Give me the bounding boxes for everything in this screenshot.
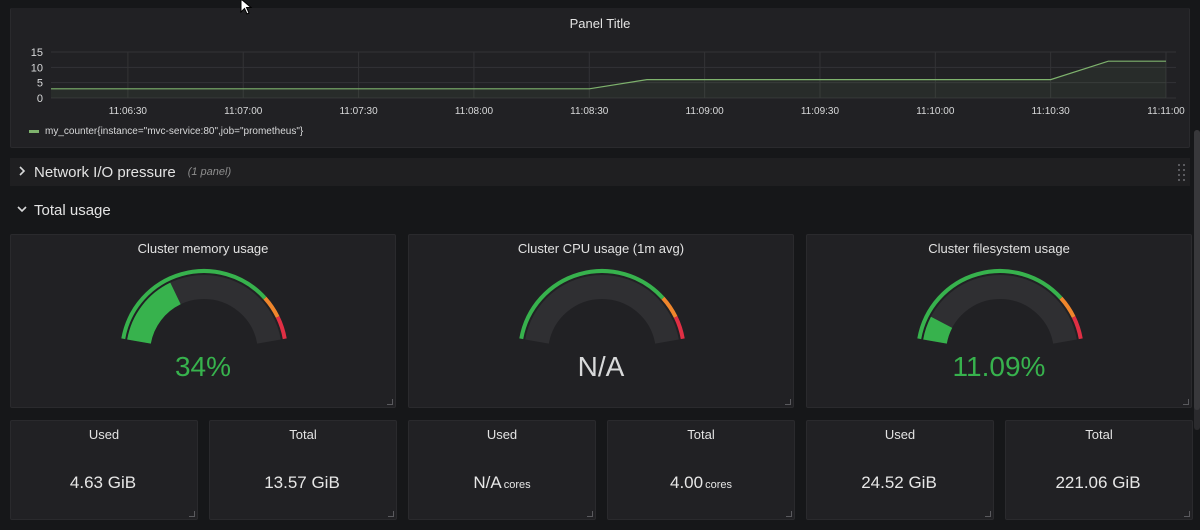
stat-label[interactable]: Used — [11, 427, 197, 442]
stat-panel-cpu-used[interactable]: Used N/A cores — [408, 420, 596, 520]
stat-panel-fs-used[interactable]: Used 24.52 GiB — [806, 420, 994, 520]
resize-handle-icon[interactable] — [786, 511, 792, 517]
stat-value: 4.00 cores — [608, 473, 794, 493]
stat-panel-memory-used[interactable]: Used 4.63 GiB — [10, 420, 198, 520]
gauge-panel-memory[interactable]: Cluster memory usage 34% — [10, 234, 396, 408]
resize-handle-icon[interactable] — [189, 511, 195, 517]
gauge-track — [923, 275, 1077, 345]
stat-number: 4.00 — [670, 473, 704, 492]
y-tick-label: 5 — [37, 78, 43, 90]
stat-unit: cores — [503, 479, 531, 491]
x-tick-label: 11:11:00 — [1147, 106, 1185, 117]
stat-panel-cpu-total[interactable]: Total 4.00 cores — [607, 420, 795, 520]
chevron-down-icon[interactable] — [12, 203, 32, 217]
resize-handle-icon[interactable] — [785, 399, 791, 405]
x-tick-label: 11:08:30 — [570, 106, 609, 117]
x-tick-label: 11:07:00 — [224, 106, 263, 117]
mouse-cursor-icon — [240, 0, 253, 15]
stat-value: N/A cores — [409, 473, 595, 493]
legend-swatch — [29, 130, 39, 133]
stat-label[interactable]: Total — [608, 427, 794, 442]
gauge-fill — [923, 316, 953, 345]
gauge-value: 34% — [174, 351, 232, 382]
graph-panel[interactable]: Panel Title 15 10 5 0 11:06:30 11:07:00 11:07:… — [10, 8, 1190, 148]
chevron-right-icon[interactable] — [12, 165, 32, 179]
resize-handle-icon[interactable] — [387, 399, 393, 405]
row-network-io[interactable]: Network I/O pressure (1 panel) — [10, 158, 1190, 186]
gauge-panel-filesystem[interactable]: Cluster filesystem usage 11.09% — [806, 234, 1192, 408]
x-tick-label: 11:09:30 — [801, 106, 840, 117]
legend-label[interactable]: my_counter{instance="mvc-service:80",job… — [45, 126, 303, 137]
gauge-panel-cpu[interactable]: Cluster CPU usage (1m avg) N/A — [408, 234, 794, 408]
stat-value: 13.57 GiB — [210, 473, 396, 493]
legend-item[interactable]: my_counter{instance="mvc-service:80",job… — [29, 126, 303, 137]
row-title[interactable]: Total usage — [34, 202, 111, 219]
stat-number: 13.57 GiB — [264, 473, 340, 492]
resize-handle-icon[interactable] — [388, 511, 394, 517]
gauge-value: N/A — [577, 351, 625, 382]
stat-number: 24.52 GiB — [861, 473, 937, 492]
resize-handle-icon[interactable] — [1183, 399, 1189, 405]
x-tick-label: 11:08:00 — [455, 106, 494, 117]
stat-number: N/A — [473, 473, 502, 492]
stat-label[interactable]: Used — [409, 427, 595, 442]
stat-value: 24.52 GiB — [807, 473, 993, 493]
stat-value: 221.06 GiB — [1006, 473, 1192, 493]
stat-number: 4.63 GiB — [69, 473, 137, 492]
resize-handle-icon[interactable] — [1184, 511, 1190, 517]
y-tick-label: 15 — [31, 47, 43, 59]
drag-handle-icon[interactable] — [1178, 164, 1186, 181]
scrollbar-thumb[interactable] — [1194, 130, 1200, 410]
resize-handle-icon[interactable] — [985, 511, 991, 517]
x-tick-label: 11:09:00 — [686, 106, 725, 117]
resize-handle-icon[interactable] — [587, 511, 593, 517]
y-tick-label: 0 — [37, 93, 43, 105]
x-tick-label: 11:10:00 — [916, 106, 955, 117]
row-panel-count: (1 panel) — [187, 166, 232, 178]
y-tick-label: 10 — [31, 62, 43, 74]
stat-number: 221.06 GiB — [1055, 473, 1141, 492]
stat-value: 4.63 GiB — [11, 473, 197, 493]
row-title[interactable]: Network I/O pressure — [34, 164, 176, 181]
row-total-usage[interactable]: Total usage — [10, 197, 1190, 223]
stat-panel-fs-total[interactable]: Total 221.06 GiB — [1005, 420, 1193, 520]
stat-unit: cores — [705, 479, 732, 491]
gauge-fill — [127, 282, 182, 345]
x-tick-label: 11:07:30 — [339, 106, 378, 117]
stat-label[interactable]: Used — [807, 427, 993, 442]
gauge-value: 11.09% — [952, 351, 1046, 382]
scrollbar[interactable] — [1194, 130, 1200, 430]
x-tick-label: 11:06:30 — [109, 106, 148, 117]
stat-panel-memory-total[interactable]: Total 13.57 GiB — [209, 420, 397, 520]
x-tick-label: 11:10:30 — [1032, 106, 1071, 117]
stat-label[interactable]: Total — [1006, 427, 1192, 442]
gauge-track — [525, 275, 679, 345]
stat-label[interactable]: Total — [210, 427, 396, 442]
